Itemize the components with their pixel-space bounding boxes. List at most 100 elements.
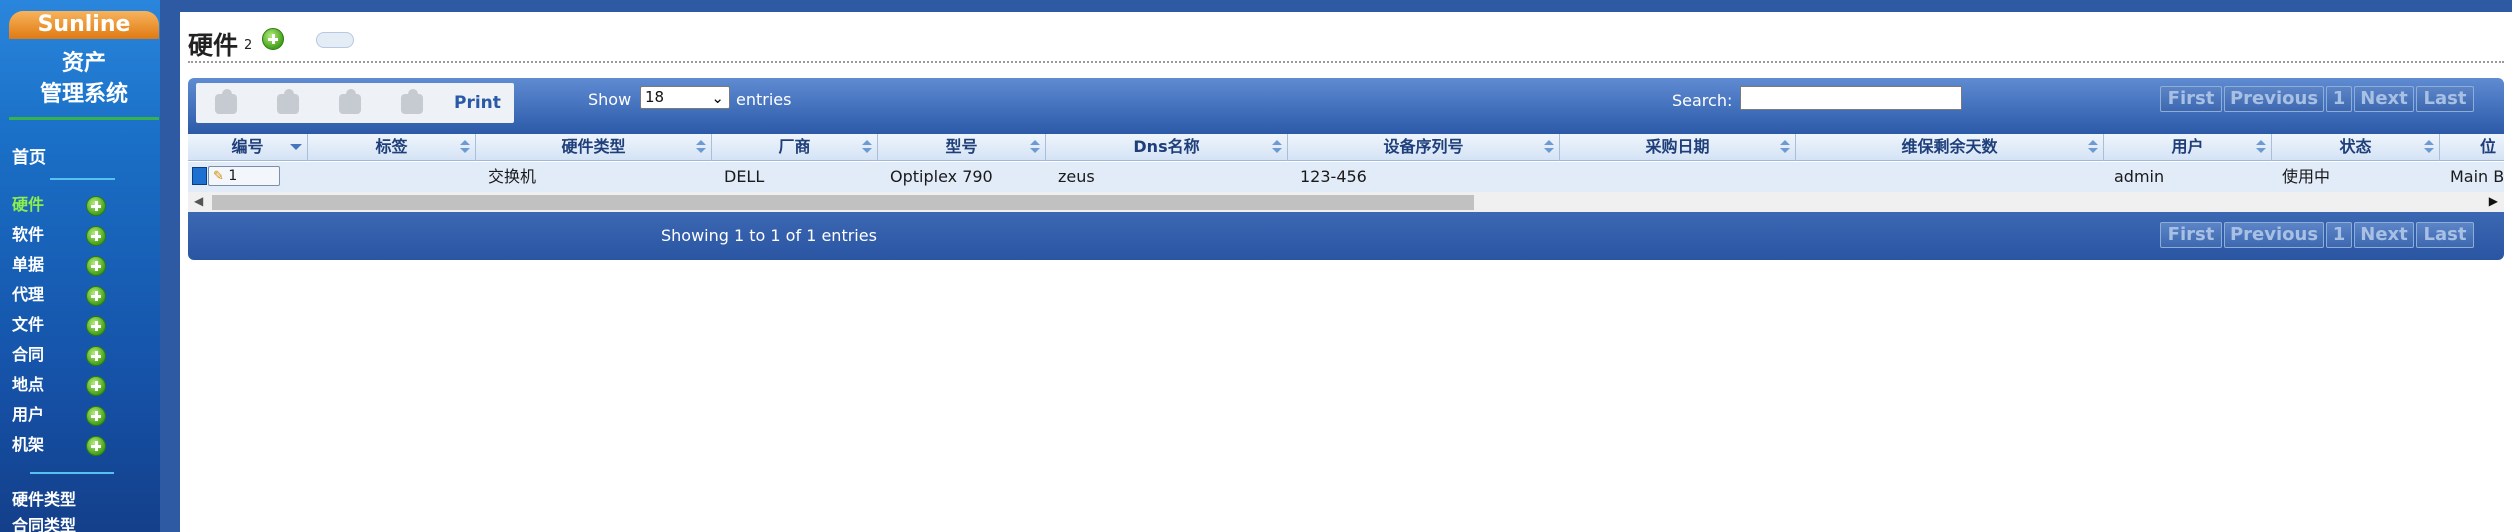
filter-toggle-button[interactable] <box>316 32 354 48</box>
sort-icon <box>1780 140 1790 154</box>
add-agent-icon[interactable] <box>86 286 106 306</box>
page-number-button[interactable]: 1 <box>2326 222 2352 248</box>
sort-icon <box>1544 140 1554 154</box>
column-header-id[interactable]: 编号 <box>188 134 308 161</box>
add-software-icon[interactable] <box>86 226 106 246</box>
column-header-dns[interactable]: Dns名称 <box>1046 134 1288 161</box>
last-page-button[interactable]: Last <box>2416 86 2474 112</box>
page-number-button[interactable]: 1 <box>2326 86 2352 112</box>
sidebar-item-files[interactable]: 文件 <box>12 314 112 338</box>
previous-page-button[interactable]: Previous <box>2224 86 2324 112</box>
sidebar-link-hardware-types[interactable]: 硬件类型 <box>12 486 76 510</box>
next-page-button[interactable]: Next <box>2354 222 2414 248</box>
sidebar-item-users[interactable]: 用户 <box>12 404 112 428</box>
excel-icon[interactable] <box>334 89 368 117</box>
column-header-purchase-date[interactable]: 采购日期 <box>1560 134 1796 161</box>
column-header-label: 型号 <box>945 137 978 156</box>
column-header-type[interactable]: 硬件类型 <box>476 134 712 161</box>
copy-icon[interactable] <box>210 89 244 117</box>
previous-page-button[interactable]: Previous <box>2224 222 2324 248</box>
last-page-button[interactable]: Last <box>2416 222 2474 248</box>
table-row[interactable]: ✎ 1 交换机 DELL Optiplex 790 zeus 123-456 a… <box>188 162 2504 192</box>
app-title-line1: 资产 <box>61 51 106 76</box>
sidebar-item-label: 用户 <box>12 405 45 424</box>
sidebar-divider <box>50 178 115 180</box>
sidebar-item-label: 硬件 <box>12 195 45 214</box>
sort-icon <box>2424 140 2434 154</box>
add-contract-icon[interactable] <box>86 346 106 366</box>
add-user-icon[interactable] <box>86 406 106 426</box>
first-page-button[interactable]: First <box>2160 86 2222 112</box>
cell-user: admin <box>2114 167 2165 186</box>
entries-label: entries <box>736 90 792 109</box>
row-id: 1 <box>228 168 238 184</box>
title-divider <box>188 61 2504 63</box>
cell-model: Optiplex 790 <box>890 167 993 186</box>
chevron-down-icon: ⌄ <box>711 89 724 107</box>
column-header-warranty[interactable]: 维保剩余天数 <box>1796 134 2104 161</box>
column-header-serial[interactable]: 设备序列号 <box>1288 134 1560 161</box>
show-label: Show <box>588 90 632 109</box>
sidebar-item-locations[interactable]: 地点 <box>12 374 112 398</box>
table-footer: Showing 1 to 1 of 1 entries First Previo… <box>188 212 2504 260</box>
nav-home-link[interactable]: 首页 <box>12 143 46 168</box>
column-header-model[interactable]: 型号 <box>878 134 1046 161</box>
add-hardware-icon[interactable] <box>86 196 106 216</box>
column-header-label: 硬件类型 <box>561 137 626 156</box>
first-page-button[interactable]: First <box>2160 222 2222 248</box>
column-header-vendor[interactable]: 厂商 <box>712 134 878 161</box>
item-count: 2 <box>244 38 253 53</box>
search-input[interactable] <box>1740 86 1962 110</box>
table-info: Showing 1 to 1 of 1 entries <box>661 226 877 245</box>
column-header-label: 编号 <box>231 137 264 156</box>
pdf-icon[interactable] <box>396 89 430 117</box>
next-page-button[interactable]: Next <box>2354 86 2414 112</box>
add-hardware-button[interactable] <box>262 28 284 50</box>
column-header-label: 采购日期 <box>1645 137 1710 156</box>
table-tools: Print <box>196 83 514 123</box>
horizontal-scrollbar[interactable]: ◀ ▶ <box>188 192 2504 212</box>
row-select-checkbox[interactable] <box>192 167 207 185</box>
column-header-label: 状态 <box>2339 137 2372 156</box>
search-label: Search: <box>1672 91 1733 110</box>
add-ticket-icon[interactable] <box>86 256 106 276</box>
csv-icon[interactable] <box>272 89 306 117</box>
sort-icon <box>862 140 872 154</box>
edit-row-button[interactable]: ✎ 1 <box>208 166 280 186</box>
page-title: 硬件 <box>188 31 239 60</box>
sidebar-item-tickets[interactable]: 单据 <box>12 254 112 278</box>
add-rack-icon[interactable] <box>86 436 106 456</box>
app-title-line2: 管理系统 <box>39 82 128 107</box>
sort-icon <box>1030 140 1040 154</box>
main-panel: 硬件 2 Print Show 18 ⌄ entries Search: Fir… <box>180 12 2512 532</box>
sort-icon <box>696 140 706 154</box>
column-header-location[interactable]: 位 <box>2440 134 2504 161</box>
sidebar-item-contracts[interactable]: 合同 <box>12 344 112 368</box>
column-header-label: 厂商 <box>778 137 811 156</box>
cell-dns: zeus <box>1058 167 1095 186</box>
app-title: 资产 管理系统 <box>9 40 159 120</box>
add-file-icon[interactable] <box>86 316 106 336</box>
scroll-left-arrow-icon[interactable]: ◀ <box>194 194 203 208</box>
column-header-label: 设备序列号 <box>1383 137 1464 156</box>
scroll-right-arrow-icon[interactable]: ▶ <box>2489 194 2498 208</box>
sidebar-item-label: 软件 <box>12 225 45 244</box>
add-location-icon[interactable] <box>86 376 106 396</box>
page-length-select[interactable]: 18 ⌄ <box>640 86 730 109</box>
sort-icon <box>2256 140 2266 154</box>
column-header-label: Dns名称 <box>1133 137 1200 156</box>
column-header-status[interactable]: 状态 <box>2272 134 2440 161</box>
table-toolbar: Print Show 18 ⌄ entries Search: First Pr… <box>188 78 2504 134</box>
sidebar-item-hardware[interactable]: 硬件 <box>12 194 112 218</box>
sidebar-item-agents[interactable]: 代理 <box>12 284 112 308</box>
sort-icon <box>2088 140 2098 154</box>
print-button[interactable]: Print <box>454 93 501 113</box>
scrollbar-thumb[interactable] <box>212 195 1474 210</box>
sort-icon <box>1272 140 1282 154</box>
sidebar-item-racks[interactable]: 机架 <box>12 434 112 458</box>
column-header-user[interactable]: 用户 <box>2104 134 2272 161</box>
sidebar-link-contract-types[interactable]: 合同类型 <box>12 512 76 532</box>
sidebar-item-label: 代理 <box>12 285 45 304</box>
column-header-tag[interactable]: 标签 <box>308 134 476 161</box>
sidebar-item-software[interactable]: 软件 <box>12 224 112 248</box>
